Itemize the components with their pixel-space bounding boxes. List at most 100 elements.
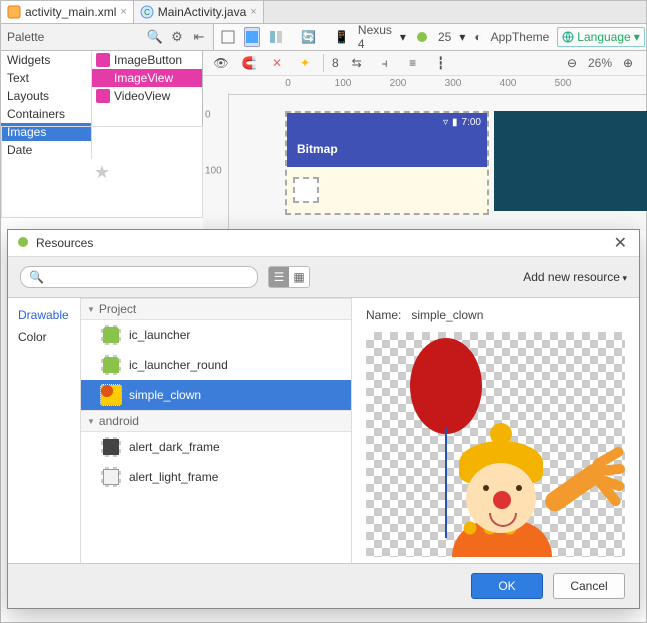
theme-icon: ◐ xyxy=(473,27,482,47)
search-icon[interactable]: 🔍 xyxy=(147,29,163,45)
dialog-footer: OK Cancel xyxy=(8,563,639,608)
api-selector[interactable]: 25 xyxy=(438,30,451,44)
resource-row[interactable]: ic_launcher_round xyxy=(81,350,351,380)
device-selector[interactable]: Nexus 4 xyxy=(358,24,392,50)
preview-name-label: Name: xyxy=(366,308,401,322)
star-icon: ★ xyxy=(94,162,110,183)
margins-icon[interactable]: ⇆ xyxy=(347,53,367,73)
resource-row[interactable]: alert_dark_frame xyxy=(81,432,351,462)
status-bar: ▿ ▮ 7:00 xyxy=(287,113,487,131)
svg-text:C: C xyxy=(144,8,150,17)
eye-icon[interactable]: 👁 xyxy=(211,53,231,73)
designer-toolbar: 🔄 📱 Nexus 4▾ 25▾ ◐ AppTheme Language▾ ⤢ xyxy=(214,24,646,50)
drawable-thumb-icon xyxy=(101,325,121,345)
clown-topknot xyxy=(490,423,512,445)
zoom-level: 26% xyxy=(588,56,612,70)
split-view-toggle[interactable] xyxy=(268,27,284,47)
add-new-resource[interactable]: Add new resource xyxy=(523,270,627,284)
pack-icon[interactable]: ⫞ xyxy=(375,53,395,73)
clown-balloon-string xyxy=(445,428,447,538)
java-file-icon: C xyxy=(140,5,154,19)
tab-activity-main[interactable]: activity_main.xml × xyxy=(1,1,134,23)
tab-main-activity[interactable]: C MainActivity.java × xyxy=(134,1,264,23)
palette-title: Palette xyxy=(7,30,141,44)
view-mode-toggle[interactable]: ☰ ▦ xyxy=(268,266,310,288)
ok-button[interactable]: OK xyxy=(471,573,543,599)
zoom-in-icon[interactable]: ⊕ xyxy=(618,53,638,73)
palette-item-imagebutton[interactable]: ImageButton xyxy=(92,51,202,69)
orientation-icon[interactable]: 🔄 xyxy=(300,27,317,47)
file-tab-bar: activity_main.xml × C MainActivity.java … xyxy=(1,1,646,24)
device-icon: 📱 xyxy=(333,27,350,47)
palette-cat-layouts[interactable]: Layouts xyxy=(1,87,91,105)
close-icon[interactable]: ✕ xyxy=(610,233,631,253)
magnet-icon[interactable]: 🧲 xyxy=(239,53,259,73)
resource-row[interactable]: ic_launcher xyxy=(81,320,351,350)
blueprint-view-toggle[interactable] xyxy=(244,27,260,47)
app-title: Bitmap xyxy=(297,142,338,156)
search-field[interactable] xyxy=(48,269,249,285)
close-icon[interactable]: × xyxy=(120,6,126,18)
theme-selector[interactable]: AppTheme xyxy=(491,30,550,44)
android-icon xyxy=(414,27,430,47)
dialog-titlebar[interactable]: Resources ✕ xyxy=(8,230,639,257)
resource-list: ▼Project ic_launcher ic_launcher_round s… xyxy=(81,298,352,563)
drop-placeholder[interactable] xyxy=(293,177,319,203)
design-view-toggle[interactable] xyxy=(220,27,236,47)
clown-eye xyxy=(483,485,489,491)
design-canvas[interactable]: 👁 🧲 ✕ ✦ 8 ⇆ ⫞ ≡ ┇ ⊖ 26% ⊕ 0 100 200 300 … xyxy=(203,51,646,231)
clear-constraints-icon[interactable]: ✕ xyxy=(267,53,287,73)
list-view-icon[interactable]: ☰ xyxy=(269,267,289,287)
drawable-thumb-icon xyxy=(101,355,121,375)
tab-label: MainActivity.java xyxy=(158,5,246,19)
clown-balloon xyxy=(410,338,482,434)
dialog-title: Resources xyxy=(36,236,604,250)
clown-nose xyxy=(493,491,511,509)
search-input[interactable]: 🔍 xyxy=(20,266,258,288)
align-icon[interactable]: ≡ xyxy=(403,53,423,73)
palette-cat-containers[interactable]: Containers xyxy=(1,105,91,123)
search-icon: 🔍 xyxy=(29,270,44,284)
wifi-icon: ▿ xyxy=(443,117,448,128)
drawable-thumb-icon xyxy=(101,467,121,487)
battery-icon: ▮ xyxy=(452,117,458,128)
component-preview: ★ xyxy=(1,126,203,218)
close-icon[interactable]: × xyxy=(250,6,256,18)
resource-preview-pane: Name: simple_clown xyxy=(352,298,639,563)
tab-label: activity_main.xml xyxy=(25,5,116,19)
palette-item-videoview[interactable]: VideoView xyxy=(92,87,202,105)
app-bar: Bitmap xyxy=(287,131,487,167)
status-time: 7:00 xyxy=(462,117,481,128)
xml-file-icon xyxy=(7,5,21,19)
gear-icon[interactable]: ⚙ xyxy=(169,29,185,45)
palette-item-imageview[interactable]: ImageView xyxy=(92,69,202,87)
clown-hand xyxy=(585,451,625,497)
drawable-thumb-icon xyxy=(101,437,121,457)
group-header-project[interactable]: ▼Project xyxy=(81,298,351,320)
drawable-thumb-icon xyxy=(101,385,121,405)
palette-header: Palette 🔍 ⚙ ⇤ xyxy=(1,24,214,50)
cancel-button[interactable]: Cancel xyxy=(553,573,625,599)
vertical-ruler: 0 100 xyxy=(203,93,229,231)
group-header-android[interactable]: ▼android xyxy=(81,410,351,432)
preview-name-value: simple_clown xyxy=(411,308,483,322)
resources-dialog: Resources ✕ 🔍 ☰ ▦ Add new resource Drawa… xyxy=(7,229,640,609)
dock-icon[interactable]: ⇤ xyxy=(191,29,207,45)
language-selector[interactable]: Language▾ xyxy=(557,27,644,47)
guidelines-icon[interactable]: ┇ xyxy=(431,53,451,73)
resource-type-color[interactable]: Color xyxy=(8,326,80,348)
blueprint-preview[interactable] xyxy=(494,111,647,211)
default-margin[interactable]: 8 xyxy=(332,56,339,70)
zoom-out-icon[interactable]: ⊖ xyxy=(562,53,582,73)
resource-row[interactable]: simple_clown xyxy=(81,380,351,410)
clown-eye xyxy=(516,485,522,491)
palette-cat-text[interactable]: Text xyxy=(1,69,91,87)
grid-view-icon[interactable]: ▦ xyxy=(289,267,309,287)
horizontal-ruler: 0 100 200 300 400 500 xyxy=(228,76,646,95)
resource-row[interactable]: alert_light_frame xyxy=(81,462,351,492)
resource-type-drawable[interactable]: Drawable xyxy=(8,304,80,326)
resource-type-list: Drawable Color xyxy=(8,298,81,563)
preview-image xyxy=(366,332,625,557)
infer-constraints-icon[interactable]: ✦ xyxy=(295,53,315,73)
palette-cat-widgets[interactable]: Widgets xyxy=(1,51,91,69)
